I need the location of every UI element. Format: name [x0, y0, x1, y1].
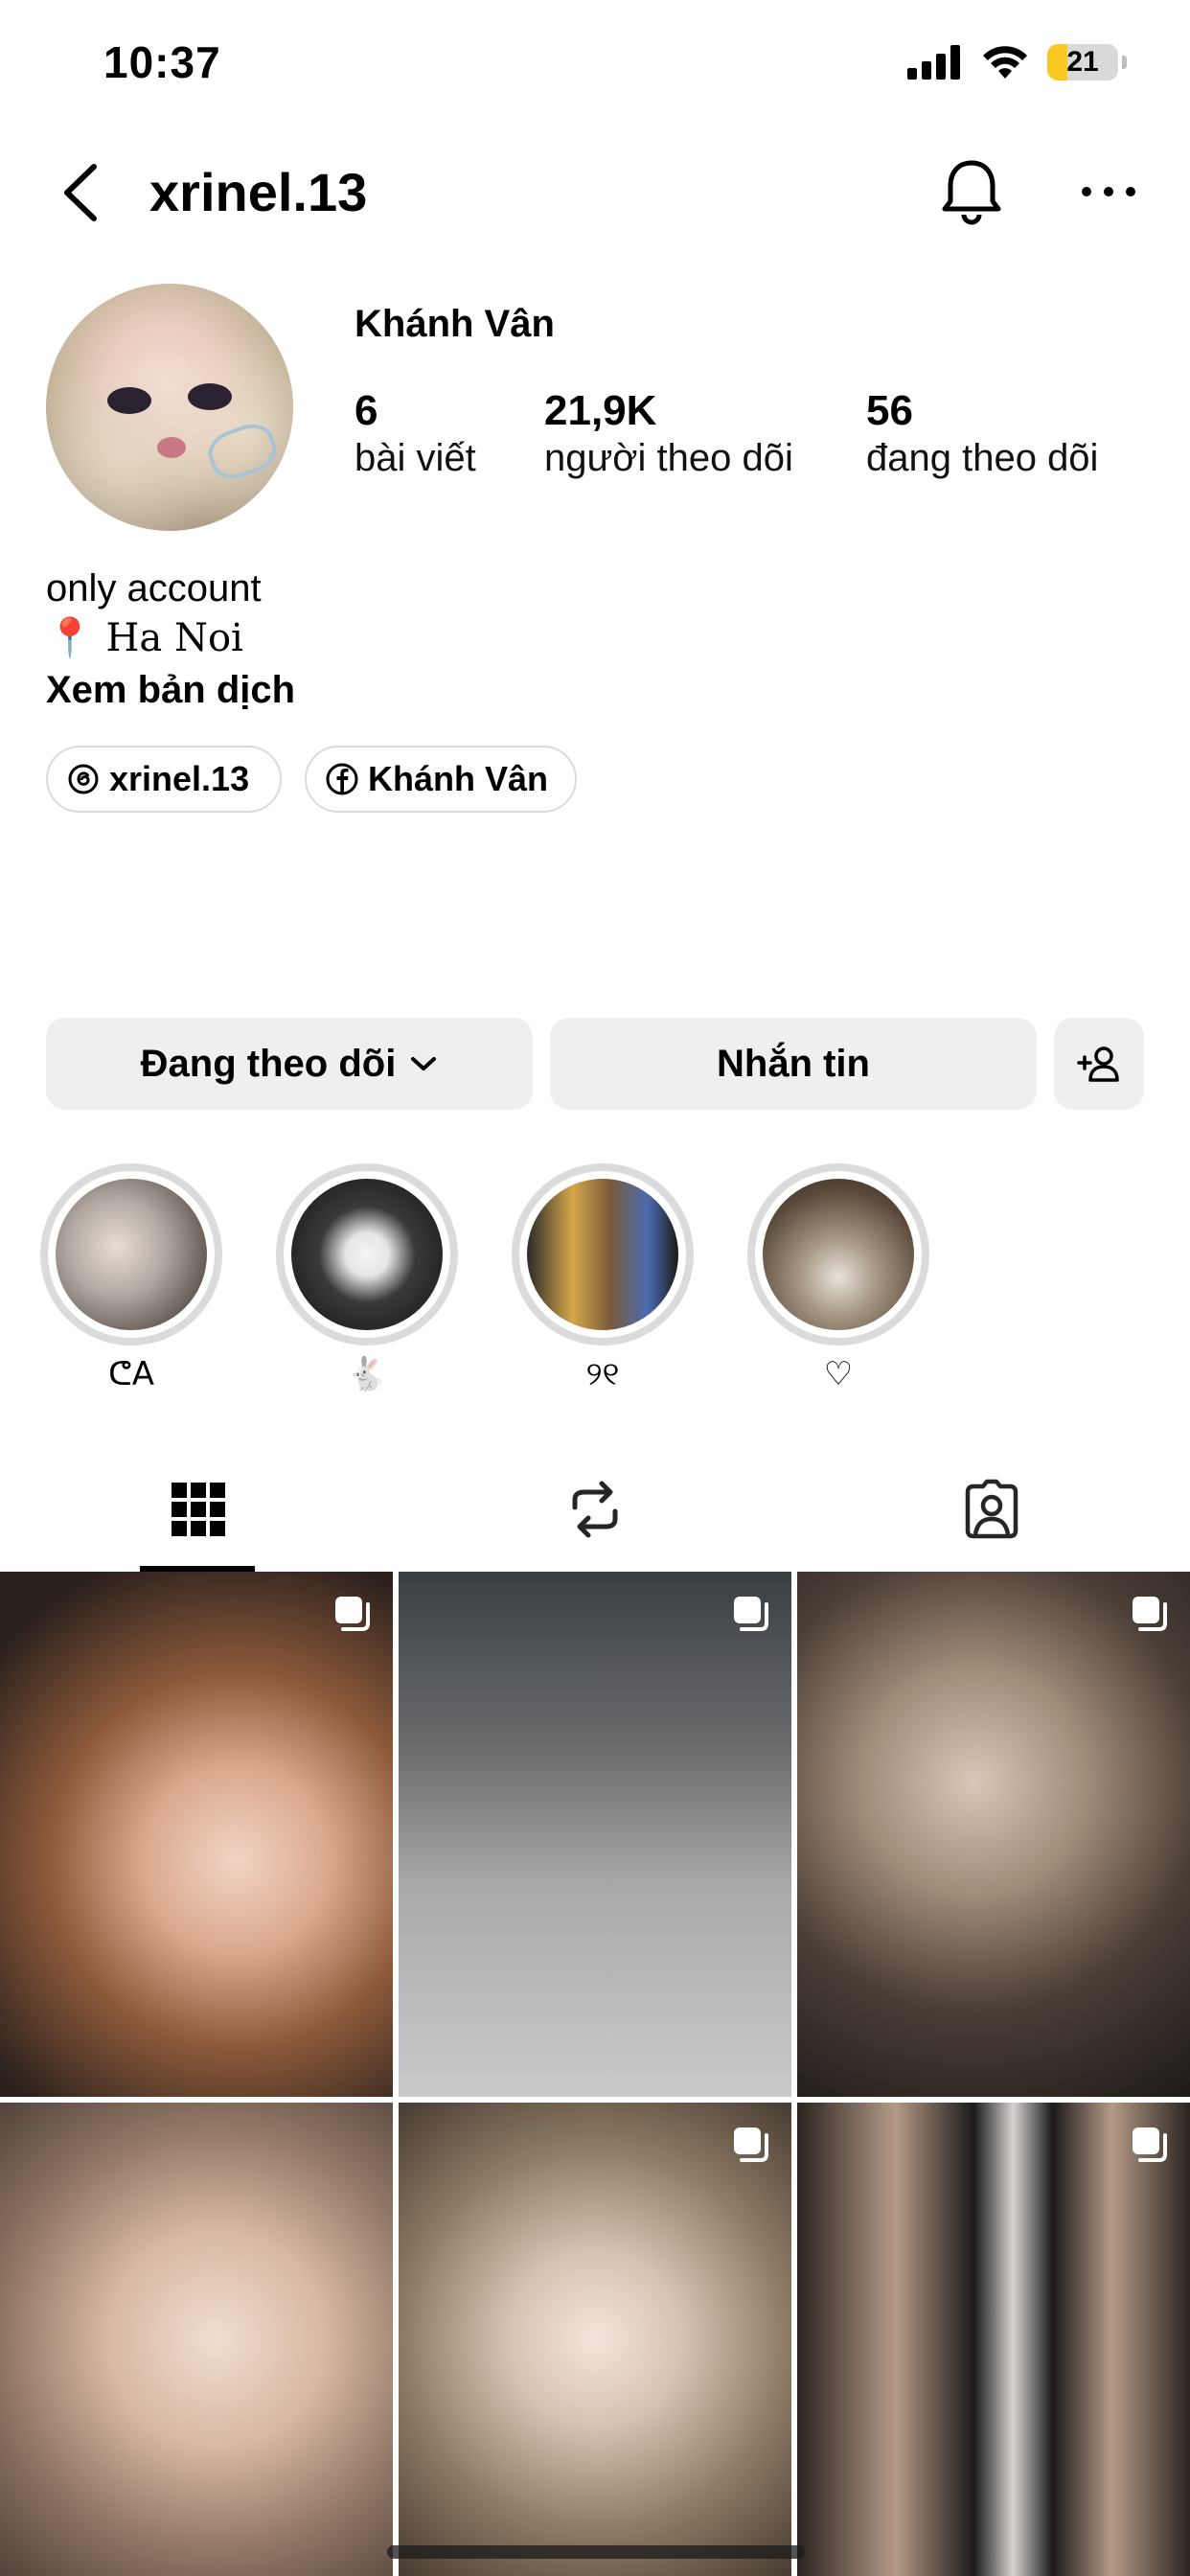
stat-followers-label: người theo dõi [544, 437, 793, 479]
profile-avatar[interactable] [46, 284, 293, 531]
multi-photo-icon [335, 1597, 370, 1631]
post-thumbnail[interactable] [0, 1572, 393, 2097]
story-highlight[interactable]: ᕦA [40, 1163, 222, 1393]
suggest-users-button[interactable] [1054, 1018, 1144, 1110]
facebook-link[interactable]: Khánh Vân [305, 746, 577, 813]
highlight-label: ᕦA [107, 1355, 155, 1393]
stat-following[interactable]: 56 đang theo dõi [866, 387, 1098, 480]
story-highlight[interactable]: ♡ [747, 1163, 929, 1393]
grid-icon [172, 1483, 225, 1536]
tagged-person-icon [965, 1479, 1018, 1539]
bio-line: only account [46, 567, 262, 610]
threads-link[interactable]: xrinel.13 [46, 746, 282, 813]
highlight-cover [56, 1179, 207, 1330]
cellular-signal-icon [907, 45, 960, 80]
story-highlight[interactable]: ୨୧ [512, 1163, 694, 1393]
stat-following-value: 56 [866, 387, 913, 434]
following-button-label: Đang theo dõi [140, 1042, 397, 1085]
post-thumbnail[interactable] [0, 2103, 393, 2576]
multi-photo-icon [734, 1597, 768, 1631]
repost-icon [572, 1481, 618, 1538]
stat-posts[interactable]: 6 bài viết [355, 387, 476, 480]
nav-username: xrinel.13 [149, 162, 368, 222]
battery-nub [1122, 56, 1127, 69]
wifi-icon [983, 46, 1027, 79]
highlight-cover [763, 1179, 914, 1330]
home-indicator[interactable] [387, 2545, 805, 2559]
following-button[interactable]: Đang theo dõi [46, 1018, 533, 1110]
stat-followers-value: 21,9K [544, 387, 657, 434]
highlight-ring [747, 1163, 929, 1346]
multi-photo-icon [1133, 2128, 1167, 2162]
stat-posts-label: bài viết [355, 437, 476, 479]
highlight-label: 🐇 [346, 1355, 388, 1393]
bio-location: 📍 Ha Noi [46, 616, 243, 660]
bell-icon[interactable] [935, 153, 1008, 230]
multi-photo-icon [734, 2128, 768, 2162]
stat-followers[interactable]: 21,9K người theo dõi [544, 387, 793, 480]
profile-display-name: Khánh Vân [355, 303, 555, 345]
status-time: 10:37 [103, 37, 221, 87]
message-button-label: Nhắn tin [717, 1042, 870, 1085]
highlight-ring [276, 1163, 458, 1346]
facebook-link-label: Khánh Vân [368, 759, 549, 798]
tab-tagged[interactable] [793, 1447, 1190, 1572]
highlight-ring [40, 1163, 222, 1346]
back-icon[interactable] [54, 159, 111, 226]
tab-grid[interactable] [0, 1447, 397, 1572]
more-options-icon[interactable] [1077, 163, 1140, 220]
highlight-cover [291, 1179, 443, 1330]
battery-indicator: 21 [1047, 44, 1118, 80]
highlight-cover [527, 1179, 678, 1330]
post-thumbnail[interactable] [797, 2103, 1190, 2576]
battery-level: 21 [1066, 46, 1099, 78]
message-button[interactable]: Nhắn tin [550, 1018, 1037, 1110]
facebook-icon [326, 763, 358, 795]
stat-posts-value: 6 [355, 387, 378, 434]
post-thumbnail[interactable] [399, 2103, 791, 2576]
threads-link-label: xrinel.13 [109, 759, 250, 798]
status-icons: 21 [907, 44, 1127, 80]
story-highlight[interactable]: 🐇 [276, 1163, 458, 1393]
threads-icon [68, 764, 99, 794]
status-bar: 10:37 21 [0, 0, 1190, 125]
stat-following-label: đang theo dõi [866, 437, 1099, 479]
post-thumbnail[interactable] [797, 1572, 1190, 2097]
tab-reposts[interactable] [397, 1447, 793, 1572]
highlight-label: ୨୧ [585, 1355, 620, 1393]
nav-bar: xrinel.13 [0, 144, 1190, 240]
see-translation-link[interactable]: Xem bản dịch [46, 669, 295, 712]
highlight-label: ♡ [823, 1355, 854, 1393]
add-person-icon [1077, 1046, 1119, 1082]
profile-tabs [0, 1447, 1190, 1572]
highlight-ring [512, 1163, 694, 1346]
post-thumbnail[interactable] [399, 1572, 791, 2097]
chevron-down-icon [411, 1057, 437, 1070]
multi-photo-icon [1133, 1597, 1167, 1631]
